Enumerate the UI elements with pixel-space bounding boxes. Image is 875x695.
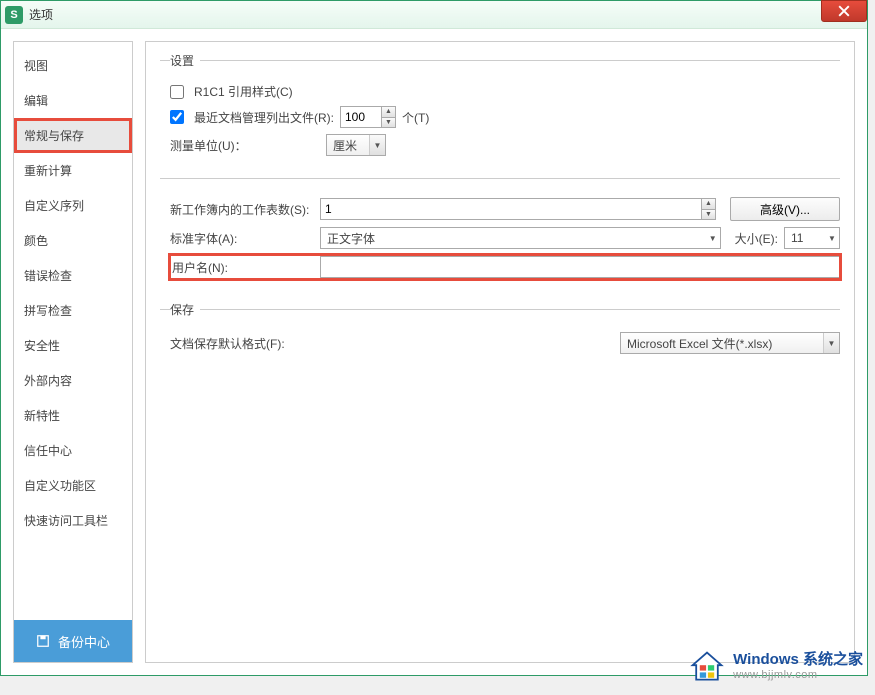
sidebar: 视图 编辑 常规与保存 重新计算 自定义序列 颜色 错误检查 拼写检查 安全性 … [13,41,133,663]
chevron-down-icon: ▼ [369,135,385,155]
backup-label: 备份中心 [58,632,110,651]
close-icon [838,5,850,17]
default-format-value: Microsoft Excel 文件(*.xlsx) [621,335,823,352]
chevron-down-icon: ▼ [823,333,839,353]
size-value: 11 [785,231,825,245]
watermark-line2: www.bjjmlv.com [733,669,863,682]
font-combo[interactable]: 正文字体 ▼ [320,227,721,249]
sidebar-item-external[interactable]: 外部内容 [14,363,132,398]
font-label: 标准字体(A): [170,230,314,247]
save-group: 保存 文档保存默认格式(F): Microsoft Excel 文件(*.xls… [160,301,840,372]
watermark: Windows 系统之家 www.bjjmlv.com [689,649,863,685]
spin-down-icon[interactable]: ▼ [702,210,715,220]
sidebar-item-error-check[interactable]: 错误检查 [14,258,132,293]
settings-group: 设置 R1C1 引用样式(C) 最近文档管理列出文件(R): ▲▼ 个(T) [160,52,840,174]
advanced-button[interactable]: 高级(V)... [730,197,840,221]
font-value: 正文字体 [321,230,706,247]
spin-down-icon[interactable]: ▼ [382,118,395,128]
recent-docs-unit: 个(T) [402,109,429,126]
default-format-row: 文档保存默认格式(F): Microsoft Excel 文件(*.xlsx) … [170,332,840,354]
sidebar-item-edit[interactable]: 编辑 [14,83,132,118]
r1c1-checkbox[interactable] [170,85,184,99]
font-row: 标准字体(A): 正文字体 ▼ 大小(E): 11 ▼ [170,227,840,249]
username-row: 用户名(N): [170,255,840,279]
measurement-combo[interactable]: 厘米 ▼ [326,134,386,156]
username-label: 用户名(N): [170,259,314,276]
spin-up-icon[interactable]: ▲ [382,107,395,118]
content-panel: 设置 R1C1 引用样式(C) 最近文档管理列出文件(R): ▲▼ 个(T) [145,41,855,663]
window-title: 选项 [29,6,53,23]
sheets-input[interactable] [321,199,701,219]
size-label: 大小(E): [735,230,778,247]
settings-legend: 设置 [170,52,200,69]
sheets-row: 新工作簿内的工作表数(S): ▲▼ 高级(V)... [170,197,840,221]
sidebar-item-custom-ribbon[interactable]: 自定义功能区 [14,468,132,503]
r1c1-label: R1C1 引用样式(C) [194,83,293,100]
sheets-label: 新工作簿内的工作表数(S): [170,201,314,218]
recent-docs-checkbox[interactable] [170,110,184,124]
recent-docs-input[interactable] [341,107,381,127]
chevron-down-icon: ▼ [706,234,720,243]
sidebar-list: 视图 编辑 常规与保存 重新计算 自定义序列 颜色 错误检查 拼写检查 安全性 … [14,42,132,620]
app-icon: S [5,6,23,24]
recent-docs-spinbox[interactable]: ▲▼ [340,106,396,128]
spin-buttons[interactable]: ▲▼ [381,107,395,127]
size-combo[interactable]: 11 ▼ [784,227,840,249]
sidebar-item-recalc[interactable]: 重新计算 [14,153,132,188]
workbook-group: 新工作簿内的工作表数(S): ▲▼ 高级(V)... 标准字体(A): 正文字体… [160,178,840,297]
options-window: S 选项 视图 编辑 常规与保存 重新计算 自定义序列 颜色 错误检查 拼写检查… [0,0,868,676]
close-button[interactable] [821,0,867,22]
sidebar-item-security[interactable]: 安全性 [14,328,132,363]
spin-buttons[interactable]: ▲▼ [701,199,715,219]
measurement-label: 测量单位(U)： [170,137,320,154]
spin-up-icon[interactable]: ▲ [702,199,715,210]
username-input[interactable] [320,256,840,278]
sidebar-item-quick-access[interactable]: 快速访问工具栏 [14,503,132,538]
measurement-row: 测量单位(U)： 厘米 ▼ [170,134,840,156]
watermark-line1: Windows 系统之家 [733,651,863,669]
sidebar-item-new-features[interactable]: 新特性 [14,398,132,433]
default-format-combo[interactable]: Microsoft Excel 文件(*.xlsx) ▼ [620,332,840,354]
backup-icon [36,634,50,648]
sidebar-item-custom-list[interactable]: 自定义序列 [14,188,132,223]
body: 视图 编辑 常规与保存 重新计算 自定义序列 颜色 错误检查 拼写检查 安全性 … [1,29,867,675]
recent-docs-row: 最近文档管理列出文件(R): ▲▼ 个(T) [170,106,840,128]
windows-house-icon [689,649,725,685]
r1c1-row: R1C1 引用样式(C) [170,83,840,100]
sidebar-item-view[interactable]: 视图 [14,48,132,83]
titlebar: S 选项 [1,1,867,29]
watermark-text: Windows 系统之家 www.bjjmlv.com [733,651,863,682]
sheets-spinbox[interactable]: ▲▼ [320,198,716,220]
save-legend: 保存 [170,301,200,318]
measurement-value: 厘米 [327,137,369,154]
recent-docs-label: 最近文档管理列出文件(R): [194,109,334,126]
chevron-down-icon: ▼ [825,234,839,243]
sidebar-item-general-save[interactable]: 常规与保存 [14,118,132,153]
sidebar-item-trust-center[interactable]: 信任中心 [14,433,132,468]
backup-center-button[interactable]: 备份中心 [14,620,132,662]
sidebar-item-spell-check[interactable]: 拼写检查 [14,293,132,328]
sidebar-item-color[interactable]: 颜色 [14,223,132,258]
default-format-label: 文档保存默认格式(F): [170,335,614,352]
